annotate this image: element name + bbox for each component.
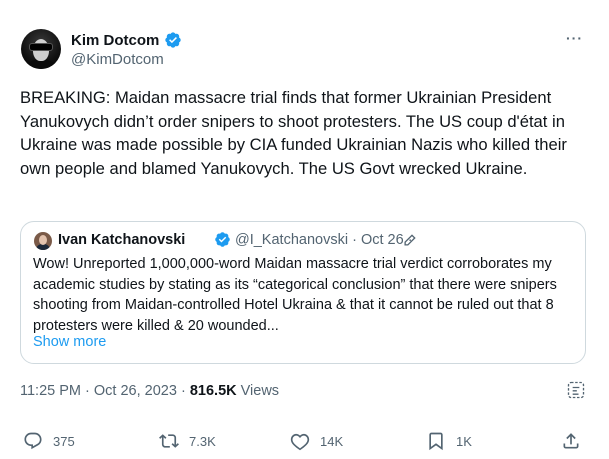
quote-meta-separator: · [352, 232, 357, 248]
share-icon [563, 433, 579, 449]
reply-icon [24, 432, 42, 450]
quote-author-handle: @I_Katchanovski [235, 232, 349, 248]
bookmark-icon [429, 432, 443, 451]
repost-icon [159, 434, 179, 448]
share-action[interactable] [561, 430, 581, 452]
author-avatar[interactable] [21, 29, 61, 69]
repost-count: 7.3K [189, 433, 216, 449]
show-more-link[interactable]: Show more [33, 334, 106, 350]
meta-separator: · [85, 383, 90, 399]
edited-pencil-icon [404, 234, 416, 246]
avatar-face [33, 39, 49, 61]
quoted-tweet[interactable]: Ivan Katchanovski @I_Katchanovski · Oct … [20, 221, 586, 364]
more-options-icon[interactable]: ··· [566, 30, 583, 46]
quote-meta: @I_Katchanovski · Oct 26 · [235, 232, 413, 248]
avatar-sunglasses [30, 44, 52, 50]
views-count: 816.5K [189, 383, 237, 399]
tweet-date[interactable]: Oct 26, 2023 [94, 383, 177, 399]
quote-author-avatar [34, 232, 52, 250]
tweet-meta: 11:25 PM · Oct 26, 2023 · 816.5K Views [20, 383, 279, 399]
verified-badge-icon [165, 32, 181, 48]
bookmark-action[interactable]: 1K [426, 430, 472, 452]
quote-avatar-face [39, 235, 47, 245]
reply-action[interactable]: 375 [23, 430, 75, 452]
meta-separator-2: · [180, 383, 186, 399]
reply-count: 375 [53, 433, 75, 449]
quote-date: Oct 26 [360, 232, 404, 248]
like-count: 14K [320, 433, 344, 449]
views-label: Views [240, 383, 280, 399]
grok-explain-icon[interactable] [566, 380, 586, 400]
heart-icon [290, 433, 310, 451]
author-name[interactable]: Kim Dotcom [71, 32, 159, 49]
quote-verified-badge-icon [215, 232, 230, 247]
bookmark-count: 1K [456, 433, 472, 449]
tweet-time[interactable]: 11:25 PM [20, 383, 81, 399]
tweet: Kim Dotcom @KimDotcom ··· BREAKING: Maid… [0, 0, 609, 459]
tweet-text: BREAKING: Maidan massacre trial finds th… [20, 88, 567, 178]
author-handle[interactable]: @KimDotcom [71, 51, 164, 68]
like-action[interactable]: 14K [290, 430, 343, 452]
repost-action[interactable]: 7.3K [159, 430, 216, 452]
quote-author-name: Ivan Katchanovski [58, 232, 186, 248]
quote-text: Wow! Unreported 1,000,000-word Maidan ma… [33, 256, 557, 334]
